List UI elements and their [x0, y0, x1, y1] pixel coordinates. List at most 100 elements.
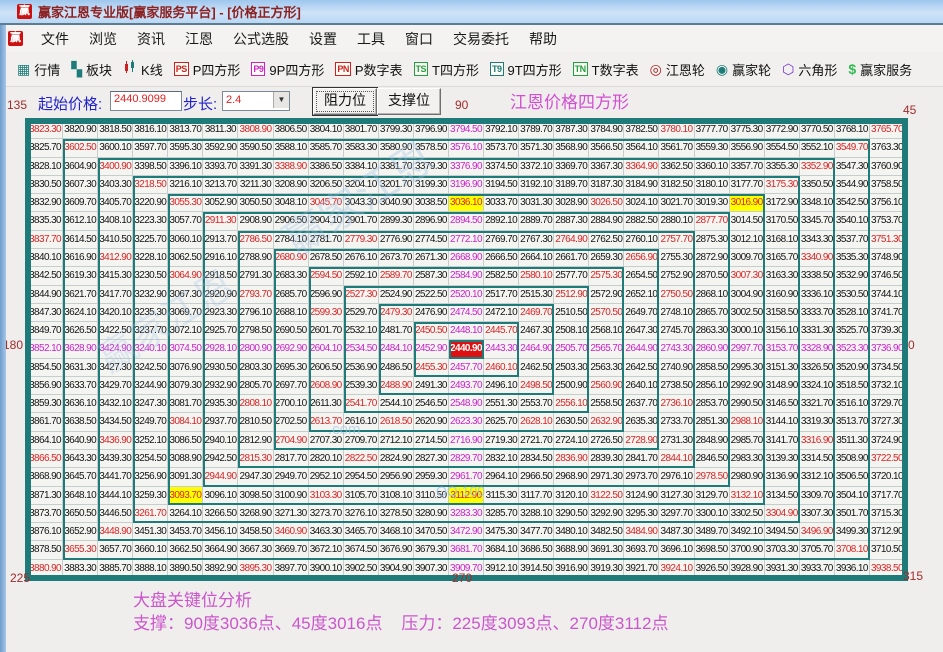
price-cell: 3760.90: [870, 158, 905, 176]
price-cell: 3240.10: [133, 340, 168, 358]
price-cell: 3182.50: [659, 176, 694, 194]
price-cell: 3237.70: [133, 322, 168, 340]
price-cell: 3876.10: [28, 523, 63, 541]
price-cell: 3504.10: [835, 487, 870, 505]
toolbar-button-P数字表[interactable]: PNP数字表: [335, 60, 402, 79]
price-cell: 2534.50: [344, 340, 379, 358]
page-title: 江恩价格四方形: [510, 88, 629, 113]
price-cell: 3612.10: [63, 212, 98, 230]
price-cell: 2529.70: [344, 304, 379, 322]
toolbar-button-六角形[interactable]: ⬡六角形: [782, 60, 837, 79]
price-cell: 3487.30: [659, 523, 694, 541]
price-cell: 3117.70: [519, 487, 554, 505]
toolbar-label: T四方形: [432, 60, 479, 79]
toolbar-button-行情[interactable]: ▦行情: [17, 60, 60, 79]
toolbar-button-T数字表[interactable]: TNT数字表: [573, 60, 639, 79]
toolbar-button-江恩轮[interactable]: ◎江恩轮: [650, 60, 705, 79]
price-cell: 3564.10: [624, 139, 659, 157]
price-cell: 3571.30: [519, 139, 554, 157]
price-cell: 3211.30: [238, 176, 273, 194]
price-cell: 3192.10: [519, 176, 554, 194]
price-cell: 3252.10: [133, 432, 168, 450]
resistance-button[interactable]: 阻力位: [313, 88, 377, 115]
price-cell: 2510.50: [554, 304, 589, 322]
price-cell: 2515.30: [519, 286, 554, 304]
price-cell: 3501.70: [835, 505, 870, 523]
toolbar-button-赢家服务[interactable]: $赢家服务: [848, 60, 912, 79]
price-cell: 3816.10: [133, 121, 168, 139]
price-cell: 3105.70: [344, 487, 379, 505]
price-cell: 2664.10: [519, 249, 554, 267]
toolbar-button-P四方形[interactable]: PSP四方形: [174, 60, 241, 79]
price-cell: 2791.30: [238, 267, 273, 285]
price-cell: 2553.70: [519, 395, 554, 413]
menu-item-浏览[interactable]: 浏览: [79, 26, 127, 52]
price-cell: 2937.70: [203, 413, 238, 431]
menu-item-窗口[interactable]: 窗口: [395, 26, 443, 52]
price-cell: 2860.90: [695, 340, 730, 358]
price-cell: 2877.70: [695, 212, 730, 230]
toolbar-button-9T四方形[interactable]: T99T四方形: [490, 60, 562, 79]
price-cell: 2469.70: [519, 304, 554, 322]
price-cell: 2947.30: [238, 468, 273, 486]
chevron-down-icon[interactable]: ▼: [273, 92, 289, 108]
price-cell: 3319.30: [800, 413, 835, 431]
menu-item-帮助[interactable]: 帮助: [519, 26, 567, 52]
price-cell: 3840.10: [28, 249, 63, 267]
price-cell: 3823.30: [28, 121, 63, 139]
p-number-table-icon: PN: [335, 62, 351, 76]
price-cell: 3026.50: [589, 194, 624, 212]
price-cell: 2594.50: [309, 267, 344, 285]
toolbar-button-板块[interactable]: ▚板块: [71, 60, 112, 79]
step-combobox[interactable]: 2.4 ▼: [222, 91, 290, 111]
menu-item-江恩[interactable]: 江恩: [175, 26, 223, 52]
price-cell: 3072.10: [168, 322, 203, 340]
price-cell: 3165.70: [765, 249, 800, 267]
price-cell: 2644.90: [624, 340, 659, 358]
price-cell: 3732.10: [870, 377, 905, 395]
price-cell: 2781.70: [309, 231, 344, 249]
p-square-icon: PS: [174, 62, 189, 76]
price-cell: 2788.90: [238, 249, 273, 267]
price-cell: 3664.90: [203, 541, 238, 559]
toolbar-label: 行情: [34, 60, 60, 79]
start-price-input[interactable]: 2440.9099: [110, 91, 182, 111]
toolbar-button-9P四方形[interactable]: P99P四方形: [251, 60, 324, 79]
price-cell: 2611.30: [309, 395, 344, 413]
price-cell: 3808.90: [238, 121, 273, 139]
support-button[interactable]: 支撑位: [377, 88, 441, 115]
price-cell: 3216.10: [168, 176, 203, 194]
price-cell: 2649.70: [624, 304, 659, 322]
price-cell: 2918.50: [203, 267, 238, 285]
price-cell: 2450.50: [414, 322, 449, 340]
price-cell: 3151.30: [765, 359, 800, 377]
price-cell: 3415.30: [98, 267, 133, 285]
toolbar-button-T四方形[interactable]: TST四方形: [414, 60, 479, 79]
toolbar-button-赢家轮[interactable]: ◉赢家轮: [716, 60, 771, 79]
menu-item-公式选股[interactable]: 公式选股: [223, 26, 299, 52]
toolbar-button-K线[interactable]: K线: [123, 60, 163, 79]
price-cell: 3561.70: [659, 139, 694, 157]
menu-item-文件[interactable]: 文件: [31, 26, 79, 52]
menu-item-交易委托[interactable]: 交易委托: [443, 26, 519, 52]
menu-item-资讯[interactable]: 资讯: [127, 26, 175, 52]
price-cell: 2894.50: [449, 212, 484, 230]
price-cell: 3273.70: [309, 505, 344, 523]
price-cell: 3588.10: [274, 139, 309, 157]
price-cell: 3873.70: [28, 505, 63, 523]
menu-item-工具[interactable]: 工具: [347, 26, 395, 52]
price-cell: 3544.90: [835, 176, 870, 194]
price-cell: 3698.50: [695, 541, 730, 559]
step-label: 步长:: [183, 93, 217, 114]
menu-item-设置[interactable]: 设置: [299, 26, 347, 52]
toolbar-label: 板块: [86, 60, 112, 79]
price-cell: 3379.30: [414, 158, 449, 176]
price-cell: 2659.30: [589, 249, 624, 267]
price-cell: 3372.10: [519, 158, 554, 176]
price-cell: 2448.10: [449, 322, 484, 340]
price-cell: 3304.90: [765, 505, 800, 523]
price-cell: 2512.90: [554, 286, 589, 304]
price-cell: 3736.90: [870, 340, 905, 358]
price-cell: 3256.90: [133, 468, 168, 486]
price-cell: 3127.30: [659, 487, 694, 505]
